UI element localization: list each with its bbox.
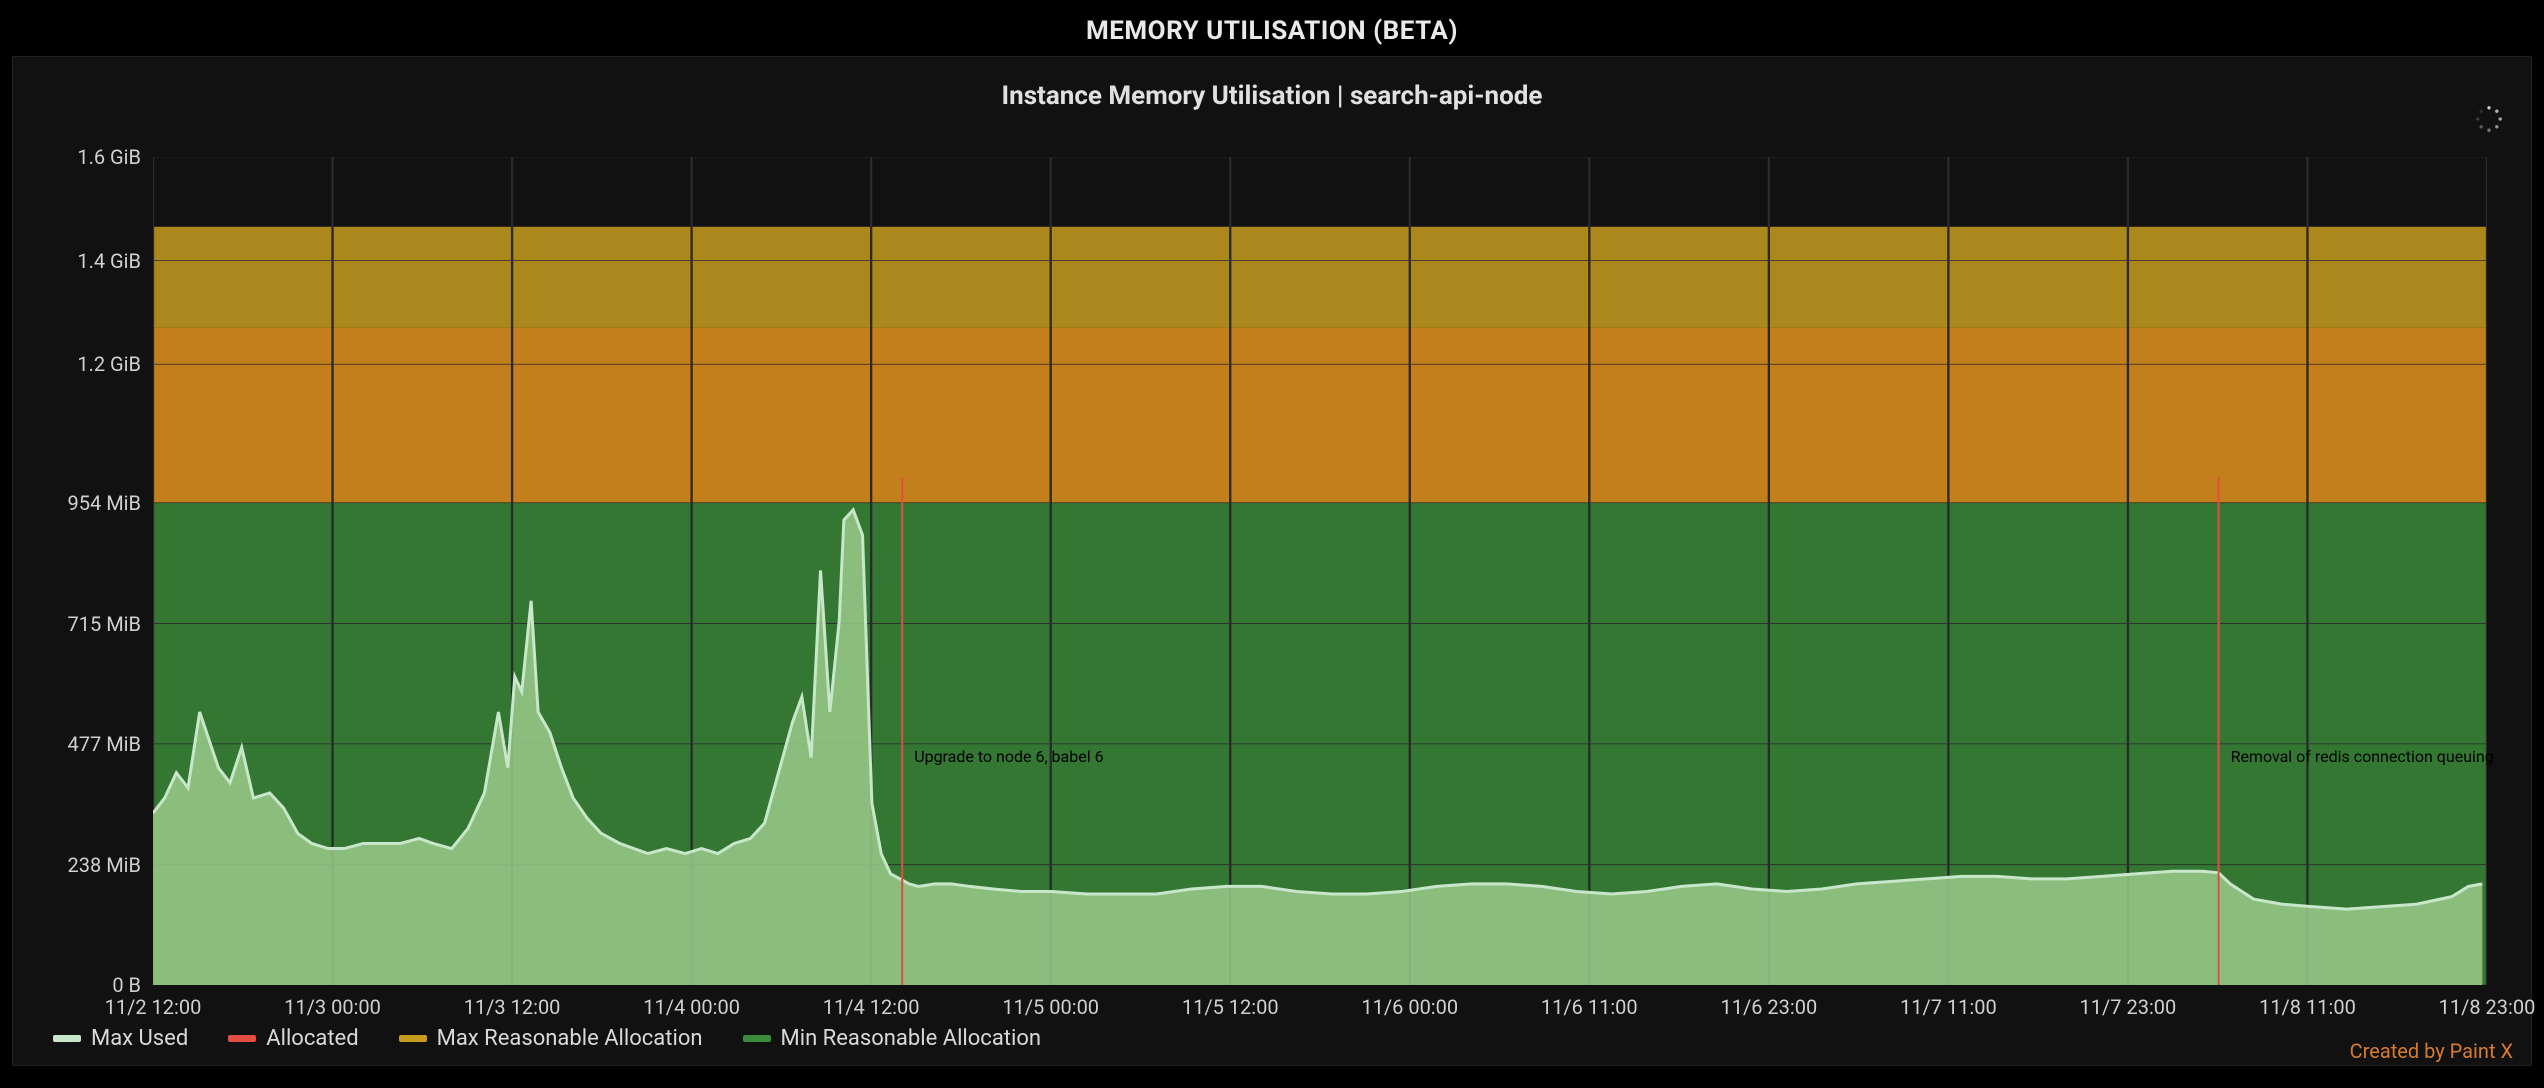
chart-area[interactable]: 0 B238 MiB477 MiB715 MiB954 MiB1.2 GiB1.… [41, 157, 2487, 985]
legend-item-max-reasonable[interactable]: Max Reasonable Allocation [399, 1026, 703, 1051]
legend-item-max-used[interactable]: Max Used [53, 1026, 188, 1051]
annotation-label: Upgrade to node 6, babel 6 [914, 747, 1103, 766]
y-axis-tick-label: 1.4 GiB [41, 249, 141, 273]
legend-label: Max Reasonable Allocation [437, 1026, 703, 1051]
annotation-label: Removal of redis connection queuing [2231, 747, 2494, 766]
x-axis-tick-label: 11/4 00:00 [643, 995, 740, 1019]
y-axis-tick-label: 715 MiB [41, 612, 141, 636]
x-axis-tick-label: 11/6 11:00 [1541, 995, 1638, 1019]
x-axis-tick-label: 11/6 23:00 [1720, 995, 1817, 1019]
x-axis-tick-label: 11/3 12:00 [464, 995, 561, 1019]
legend-swatch [53, 1035, 81, 1042]
legend-swatch [399, 1035, 427, 1042]
y-axis-tick-label: 954 MiB [41, 491, 141, 515]
legend-label: Min Reasonable Allocation [781, 1026, 1042, 1051]
x-axis-tick-label: 11/7 23:00 [2080, 995, 2177, 1019]
x-axis-tick-label: 11/4 12:00 [823, 995, 920, 1019]
chart-panel: Instance Memory Utilisation | search-api… [12, 56, 2532, 1066]
legend-label: Max Used [91, 1026, 188, 1051]
legend-item-min-reasonable[interactable]: Min Reasonable Allocation [743, 1026, 1042, 1051]
legend-swatch [228, 1035, 256, 1042]
x-axis-tick-label: 11/8 23:00 [2439, 995, 2536, 1019]
y-axis-tick-label: 1.2 GiB [41, 352, 141, 376]
legend: Max Used Allocated Max Reasonable Alloca… [53, 1026, 1041, 1051]
x-axis-tick-label: 11/3 00:00 [284, 995, 381, 1019]
legend-item-allocated[interactable]: Allocated [228, 1026, 358, 1051]
x-axis-tick-label: 11/5 12:00 [1182, 995, 1279, 1019]
y-axis-tick-label: 238 MiB [41, 853, 141, 877]
y-axis-tick-label: 0 B [41, 973, 141, 997]
loading-spinner-icon [2475, 105, 2503, 133]
y-axis-tick-label: 1.6 GiB [41, 145, 141, 169]
x-axis-tick-label: 11/2 12:00 [105, 995, 202, 1019]
x-axis-tick-label: 11/7 11:00 [1900, 995, 1997, 1019]
y-axis-tick-label: 477 MiB [41, 732, 141, 756]
plot-surface[interactable] [153, 157, 2487, 985]
credit-text: Created by Paint X [2350, 1039, 2513, 1063]
x-axis-tick-label: 11/8 11:00 [2259, 995, 2356, 1019]
panel-title: MEMORY UTILISATION (BETA) [12, 16, 2532, 46]
chart-title: Instance Memory Utilisation | search-api… [13, 57, 2531, 121]
legend-swatch [743, 1035, 771, 1042]
x-axis-tick-label: 11/6 00:00 [1361, 995, 1458, 1019]
x-axis-tick-label: 11/5 00:00 [1002, 995, 1099, 1019]
legend-label: Allocated [266, 1026, 358, 1051]
